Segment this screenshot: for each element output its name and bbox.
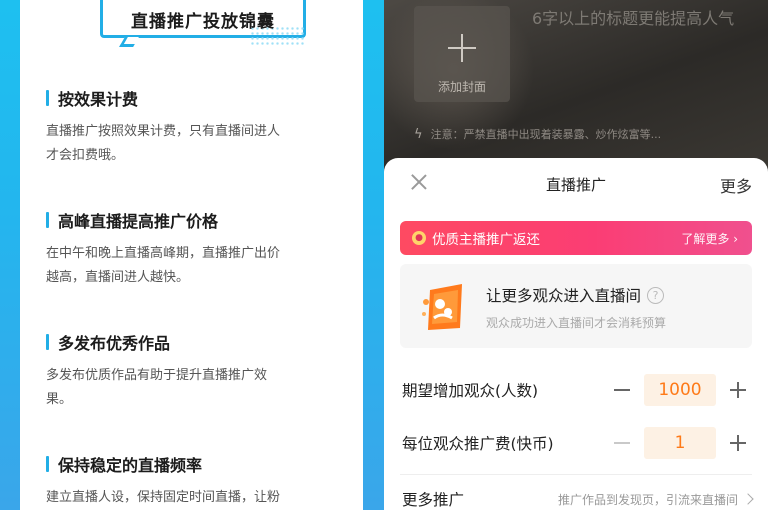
tip-item: 按效果计费 直播推广按照效果计费，只有直播间进人 才会扣费哦。 — [46, 88, 346, 168]
learn-more-link[interactable]: 了解更多 › — [681, 230, 738, 247]
tip-body: 多发布优质作品有助于提升直播推广效 果。 — [46, 368, 268, 407]
tip-body: 直播推广按照效果计费，只有直播间进人 才会扣费哦。 — [46, 124, 281, 163]
chevron-right-icon — [742, 493, 754, 505]
promo-banner[interactable]: ● 优质主播推广返还 了解更多 › — [400, 221, 752, 255]
more-button[interactable]: 更多 — [720, 173, 752, 197]
tips-panel: 直播推广投放锦囊 按效果计费 直播推广按照效果计费，只有直播间进人 才会扣费哦。… — [20, 0, 363, 510]
price-label: 每位观众推广费(快币) — [402, 435, 554, 453]
more-promotion-row[interactable]: 更多推广 推广作品到发现页，引流来直播间 — [400, 488, 754, 510]
increase-button[interactable] — [724, 376, 752, 404]
decrease-button[interactable] — [608, 376, 636, 404]
phone-screen: 添加封面 6字以上的标题更能提高人气 ϟ 注意：严禁直播中出现着装暴露、炒作炫富… — [384, 0, 768, 510]
sheet-title: 直播推广 — [545, 176, 606, 194]
tip-title: 按效果计费 — [58, 90, 139, 109]
card-subtitle: 观众成功进入直播间才会消耗预算 — [486, 316, 667, 330]
title-input[interactable]: 6字以上的标题更能提高人气 — [532, 6, 752, 32]
plus-icon — [448, 34, 476, 62]
help-icon[interactable]: ? — [647, 286, 665, 304]
banner-speech-tail — [119, 37, 139, 47]
more-promotion-desc: 推广作品到发现页，引流来直播间 — [557, 492, 738, 507]
audience-boost-icon — [422, 284, 462, 330]
card-title: 让更多观众进入直播间 — [486, 287, 642, 305]
add-cover-label: 添加封面 — [437, 80, 486, 94]
tip-accent-bar — [46, 456, 49, 472]
price-value[interactable]: 1 — [644, 427, 716, 459]
tip-item: 保持稳定的直播频率 建立直播人设，保持固定时间直播，让粉 — [46, 454, 346, 510]
notice-bar: ϟ 注意：严禁直播中出现着装暴露、炒作炫富等... — [414, 126, 746, 142]
coin-icon: ● — [412, 231, 426, 245]
tip-title: 高峰直播提高推广价格 — [58, 212, 219, 231]
tip-title: 保持稳定的直播频率 — [58, 456, 203, 475]
divider — [400, 474, 752, 475]
tip-title: 多发布优秀作品 — [58, 334, 171, 353]
tip-body: 建立直播人设，保持固定时间直播，让粉 — [46, 490, 281, 505]
price-row: 每位观众推广费(快币) 1 — [400, 423, 752, 463]
viewers-row: 期望增加观众(人数) 1000 — [400, 370, 752, 410]
promo-text: 优质主播推广返还 — [432, 232, 540, 248]
tip-accent-bar — [46, 90, 49, 106]
tip-accent-bar — [46, 212, 49, 228]
promotion-sheet: 直播推广 更多 ● 优质主播推广返还 了解更多 › 让更多观众进入直播间 ? 观… — [384, 158, 768, 510]
tip-accent-bar — [46, 334, 49, 350]
decrease-button[interactable] — [608, 429, 636, 457]
viewers-label: 期望增加观众(人数) — [402, 382, 539, 400]
tip-item: 多发布优秀作品 多发布优质作品有助于提升直播推广效 果。 — [46, 332, 346, 412]
more-promotion-label: 更多推广 — [402, 491, 465, 509]
tip-item: 高峰直播提高推广价格 在中午和晚上直播高峰期，直播推广出价 越高，直播间进人越快… — [46, 210, 346, 290]
viewers-value[interactable]: 1000 — [644, 374, 716, 406]
notice-text: 注意：严禁直播中出现着装暴露、炒作炫富等... — [430, 128, 662, 141]
tips-banner: 直播推广投放锦囊 — [100, 0, 306, 47]
lightning-icon: ϟ — [414, 126, 423, 142]
add-cover-button[interactable]: 添加封面 — [414, 6, 510, 102]
increase-button[interactable] — [724, 429, 752, 457]
banner-title: 直播推广投放锦囊 — [131, 12, 275, 32]
viewer-goal-card[interactable]: 让更多观众进入直播间 ? 观众成功进入直播间才会消耗预算 — [400, 264, 752, 348]
sheet-header: 直播推广 更多 — [384, 158, 768, 210]
tip-body: 在中午和晚上直播高峰期，直播推广出价 越高，直播间进人越快。 — [46, 246, 281, 285]
